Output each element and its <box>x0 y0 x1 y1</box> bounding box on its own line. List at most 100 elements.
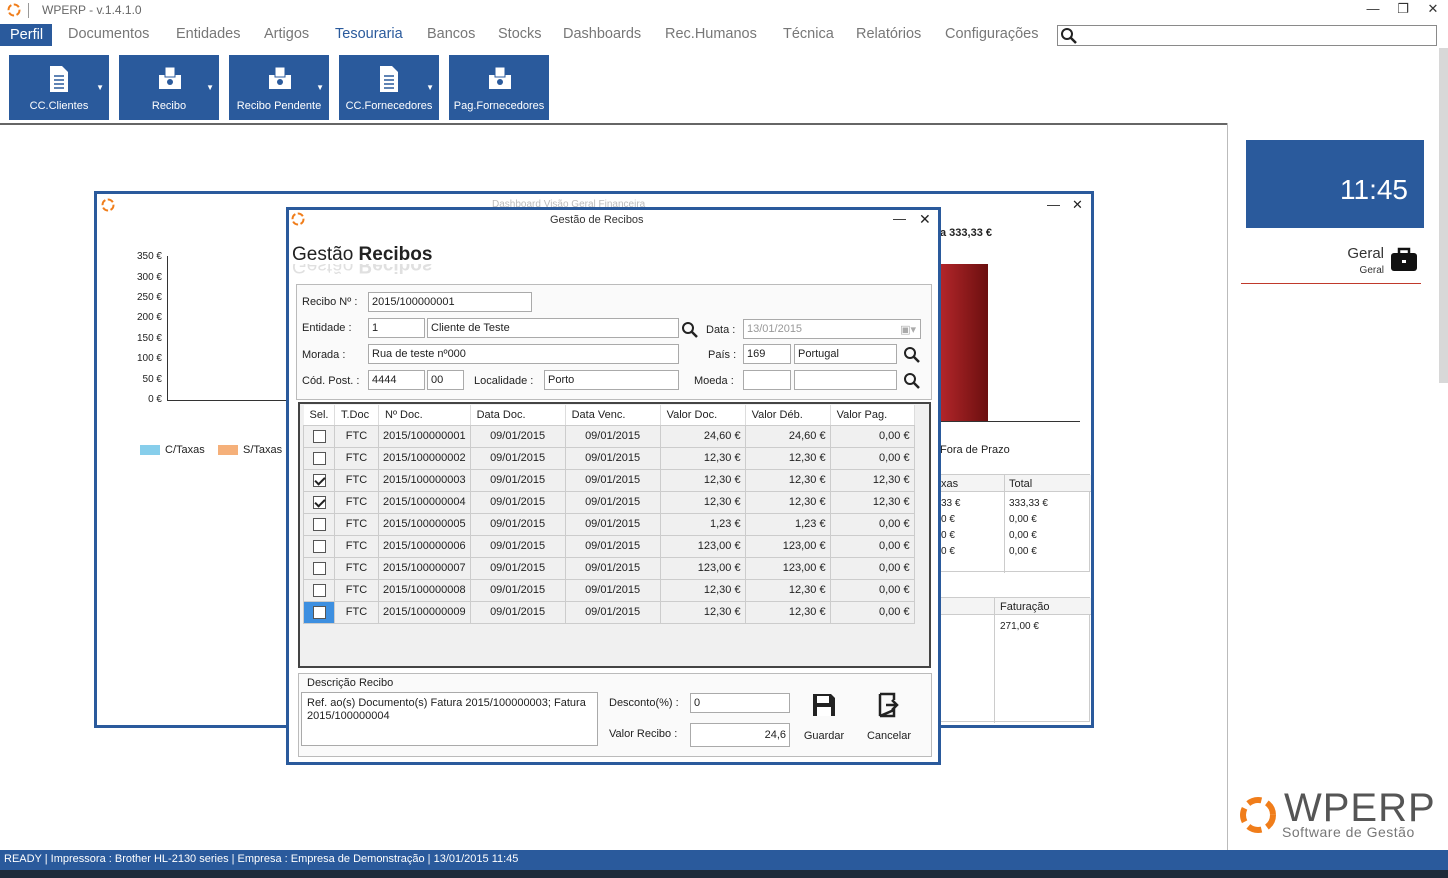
cancelar-button[interactable]: Cancelar <box>862 692 916 744</box>
cod-post-field-2[interactable]: 00 <box>427 370 464 390</box>
row-checkbox[interactable] <box>312 539 326 553</box>
morada-field[interactable]: Rua de teste nº000 <box>368 344 679 364</box>
desconto-field[interactable]: 0 <box>690 693 790 713</box>
menu-item-artigos[interactable]: Artigos <box>264 26 309 42</box>
table-row[interactable]: FTC 2015/100000004 09/01/2015 09/01/2015 12,… <box>303 490 915 514</box>
vpag-cell: 12,30 € <box>829 490 915 514</box>
valor-recibo-field[interactable]: 24,6 <box>690 723 790 747</box>
receipt-icon <box>159 66 181 89</box>
table-row[interactable]: FTC 2015/100000006 09/01/2015 09/01/2015 123… <box>303 534 915 558</box>
table-row[interactable]: FTC 2015/100000005 09/01/2015 09/01/2015 1,2… <box>303 512 915 536</box>
moeda-name-field[interactable] <box>794 370 897 390</box>
column-header[interactable]: T.Doc <box>334 405 379 426</box>
menu-item-tecnica[interactable]: Técnica <box>783 26 834 42</box>
menu-item-stocks[interactable]: Stocks <box>498 26 542 42</box>
briefcase-icon[interactable] <box>1390 246 1418 272</box>
menu-item-rec-humanos[interactable]: Rec.Humanos <box>665 26 757 42</box>
data-date-picker[interactable]: 13/01/2015 ▣▾ <box>743 319 921 339</box>
dialog-minimize-button[interactable]: — <box>893 211 906 226</box>
restore-button[interactable]: ❐ <box>1388 0 1418 20</box>
search-icon[interactable] <box>903 372 921 390</box>
search-icon[interactable] <box>903 346 921 364</box>
ribbon-cc-fornecedores-button[interactable]: ▼ CC.Fornecedores <box>339 55 439 120</box>
search-icon[interactable] <box>681 321 699 339</box>
row-checkbox[interactable] <box>312 583 326 597</box>
recibo-number-field[interactable]: 2015/100000001 <box>368 292 532 312</box>
select-cell[interactable] <box>303 600 335 624</box>
vpag-cell: 12,30 € <box>829 468 915 492</box>
column-header[interactable]: Nº Doc. <box>378 405 471 426</box>
table-row[interactable]: FTC 2015/100000009 09/01/2015 09/01/2015 12,… <box>303 600 915 624</box>
ribbon-pag-fornecedores-button[interactable]: Pag.Fornecedores <box>449 55 549 120</box>
column-header[interactable]: Data Doc. <box>470 405 566 426</box>
vpag-cell: 0,00 € <box>829 512 915 536</box>
faturacao-header: Faturação <box>1000 601 1050 613</box>
dvenc-cell: 09/01/2015 <box>564 578 661 602</box>
localidade-field[interactable]: Porto <box>544 370 679 390</box>
select-cell[interactable] <box>303 424 335 448</box>
column-header[interactable]: Valor Doc. <box>660 405 746 426</box>
minimize-button[interactable]: — <box>1358 0 1388 20</box>
table-row[interactable]: FTC 2015/100000008 09/01/2015 09/01/2015 12,… <box>303 578 915 602</box>
tdoc-cell: FTC <box>334 556 379 580</box>
search-input[interactable] <box>1057 25 1437 46</box>
menu-item-bancos[interactable]: Bancos <box>427 26 475 42</box>
cod-post-field-1[interactable]: 4444 <box>368 370 425 390</box>
scrollbar[interactable] <box>1439 48 1448 383</box>
menu-item-perfil[interactable]: Perfil <box>0 24 52 46</box>
pais-code-field[interactable]: 169 <box>743 344 791 364</box>
row-checkbox[interactable] <box>312 561 326 575</box>
ribbon-cc-clientes-button[interactable]: ▼ CC.Clientes <box>9 55 109 120</box>
select-cell[interactable] <box>303 468 335 492</box>
entidade-name-field[interactable]: Cliente de Teste <box>427 318 679 338</box>
dashboard-close-button[interactable]: ✕ <box>1072 197 1083 213</box>
ribbon-recibo-pendente-button[interactable]: ▼ Recibo Pendente <box>229 55 329 120</box>
table-row[interactable]: FTC 2015/100000001 09/01/2015 09/01/2015 24,… <box>303 424 915 448</box>
row-checkbox[interactable] <box>312 605 326 619</box>
vpag-cell: 0,00 € <box>829 534 915 558</box>
pais-name-field[interactable]: Portugal <box>794 344 897 364</box>
table-row[interactable]: FTC 2015/100000007 09/01/2015 09/01/2015 123… <box>303 556 915 580</box>
menu-item-tesouraria[interactable]: Tesouraria <box>335 26 403 42</box>
summary-table: xas Total 33 € 0 € 0 € 0 € 333,33 € 0,00… <box>940 474 1091 573</box>
title-bar: WPERP - v.1.4.1.0 — ❐ ✕ <box>0 0 1448 22</box>
select-cell[interactable] <box>303 578 335 602</box>
descricao-textarea[interactable]: Ref. ao(s) Documento(s) Fatura 2015/1000… <box>301 692 598 746</box>
dvenc-cell: 09/01/2015 <box>564 534 661 558</box>
ribbon-recibo-button[interactable]: ▼ Recibo <box>119 55 219 120</box>
row-checkbox[interactable] <box>312 451 326 465</box>
desconto-label: Desconto(%) : <box>609 697 679 709</box>
close-button[interactable]: ✕ <box>1418 0 1448 20</box>
menu-item-documentos[interactable]: Documentos <box>68 26 149 42</box>
row-checkbox[interactable] <box>312 495 326 509</box>
select-cell[interactable] <box>303 534 335 558</box>
column-header[interactable]: Valor Pag. <box>830 405 915 426</box>
column-header[interactable]: Data Venc. <box>565 405 661 426</box>
dialog-close-button[interactable]: ✕ <box>919 211 931 228</box>
column-header[interactable]: Sel. <box>303 405 335 426</box>
menu-item-relatorios[interactable]: Relatórios <box>856 26 921 42</box>
tdoc-cell: FTC <box>334 446 379 470</box>
morada-label: Morada : <box>302 349 346 361</box>
select-cell[interactable] <box>303 512 335 536</box>
row-checkbox[interactable] <box>312 473 326 487</box>
menu-item-configuracoes[interactable]: Configurações <box>945 26 1039 42</box>
entidade-code-field[interactable]: 1 <box>368 318 425 338</box>
select-cell[interactable] <box>303 490 335 514</box>
row-checkbox[interactable] <box>312 517 326 531</box>
dashboard-minimize-button[interactable]: — <box>1047 197 1060 212</box>
row-checkbox[interactable] <box>312 429 326 443</box>
select-cell[interactable] <box>303 446 335 470</box>
table-row[interactable]: FTC 2015/100000003 09/01/2015 09/01/2015 12,… <box>303 468 915 492</box>
select-cell[interactable] <box>303 556 335 580</box>
guardar-button[interactable]: Guardar <box>800 692 848 744</box>
moeda-code-field[interactable] <box>743 370 791 390</box>
table-row[interactable]: FTC 2015/100000002 09/01/2015 09/01/2015 12,… <box>303 446 915 470</box>
y-axis <box>167 256 168 401</box>
menu-item-entidades[interactable]: Entidades <box>176 26 241 42</box>
column-header[interactable]: Valor Déb. <box>745 405 831 426</box>
menu-item-dashboards[interactable]: Dashboards <box>563 26 641 42</box>
valor-recibo-label: Valor Recibo : <box>609 728 678 740</box>
vdoc-cell: 12,30 € <box>659 600 746 624</box>
summary-cell: 0,00 € <box>1009 514 1037 525</box>
